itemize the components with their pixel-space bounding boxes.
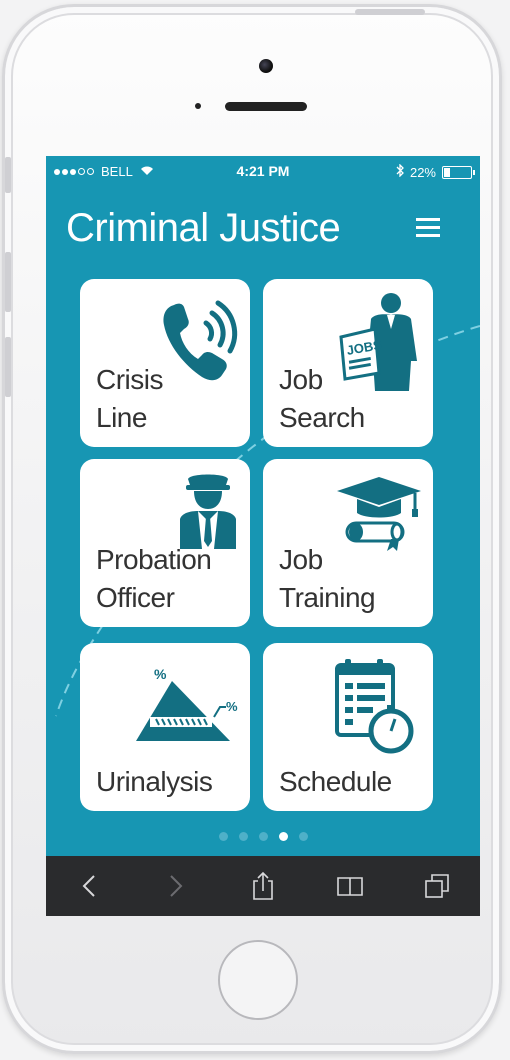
- graduation-cap-icon: [337, 477, 421, 551]
- screen: BELL 4:21 PM 22% Criminal Justice Crisis…: [46, 156, 480, 916]
- forward-button[interactable]: [156, 866, 196, 906]
- bluetooth-icon: [396, 163, 404, 180]
- page-dot[interactable]: [218, 832, 228, 841]
- volume-up-button[interactable]: [5, 252, 11, 312]
- tile-job-search[interactable]: JOBS Job Search: [263, 279, 433, 447]
- tile-label: Probation Officer: [96, 544, 212, 613]
- page-dot[interactable]: [238, 832, 248, 841]
- front-camera: [259, 59, 273, 73]
- tabs-button[interactable]: [417, 866, 457, 906]
- tile-label: Urinalysis: [96, 766, 213, 797]
- page-indicator: [46, 832, 480, 841]
- app-title: Criminal Justice: [66, 206, 341, 250]
- home-button[interactable]: [218, 940, 298, 1020]
- tabs-icon: [424, 874, 449, 898]
- page-dot[interactable]: [258, 832, 268, 841]
- status-bar: BELL 4:21 PM 22%: [46, 156, 480, 186]
- tile-label: Crisis Line: [96, 364, 164, 433]
- battery-percent: 22%: [409, 164, 436, 180]
- page-dot[interactable]: [298, 832, 308, 841]
- tile-label: Job Training: [279, 544, 376, 613]
- back-button[interactable]: [69, 866, 109, 906]
- forward-icon: [170, 875, 183, 897]
- volume-down-button[interactable]: [5, 337, 11, 397]
- officer-icon: [180, 474, 236, 549]
- tile-job-training[interactable]: Job Training: [263, 459, 433, 627]
- hamburger-icon: [416, 218, 440, 221]
- clipboard-stopwatch-icon: [335, 659, 414, 754]
- earpiece-speaker: [225, 102, 307, 111]
- share-button[interactable]: [243, 866, 283, 906]
- tile-label: Job Search: [279, 364, 365, 433]
- back-icon: [82, 875, 96, 897]
- svg-text:%: %: [154, 666, 167, 682]
- browser-toolbar: [46, 856, 480, 916]
- power-button[interactable]: [355, 9, 425, 15]
- status-right: 22%: [396, 163, 475, 180]
- phone-icon: [163, 300, 238, 381]
- tile-label: Schedule: [279, 766, 392, 797]
- tile-probation-officer[interactable]: Probation Officer: [80, 459, 250, 627]
- share-icon: [253, 871, 273, 900]
- page-dot[interactable]: [278, 832, 288, 841]
- mute-switch[interactable]: [5, 157, 11, 193]
- percent-pyramid-icon: % %: [136, 666, 238, 741]
- svg-text:%: %: [226, 699, 238, 714]
- proximity-sensor: [195, 103, 201, 109]
- tile-urinalysis[interactable]: % % Urinalysis: [80, 643, 250, 811]
- battery-icon: [442, 165, 475, 179]
- bookmarks-icon: [336, 877, 363, 896]
- tile-crisis-line[interactable]: Crisis Line: [80, 279, 250, 447]
- battery-level: [444, 167, 450, 177]
- menu-button[interactable]: [416, 218, 440, 238]
- tile-schedule[interactable]: Schedule: [263, 643, 433, 811]
- bookmarks-button[interactable]: [330, 866, 370, 906]
